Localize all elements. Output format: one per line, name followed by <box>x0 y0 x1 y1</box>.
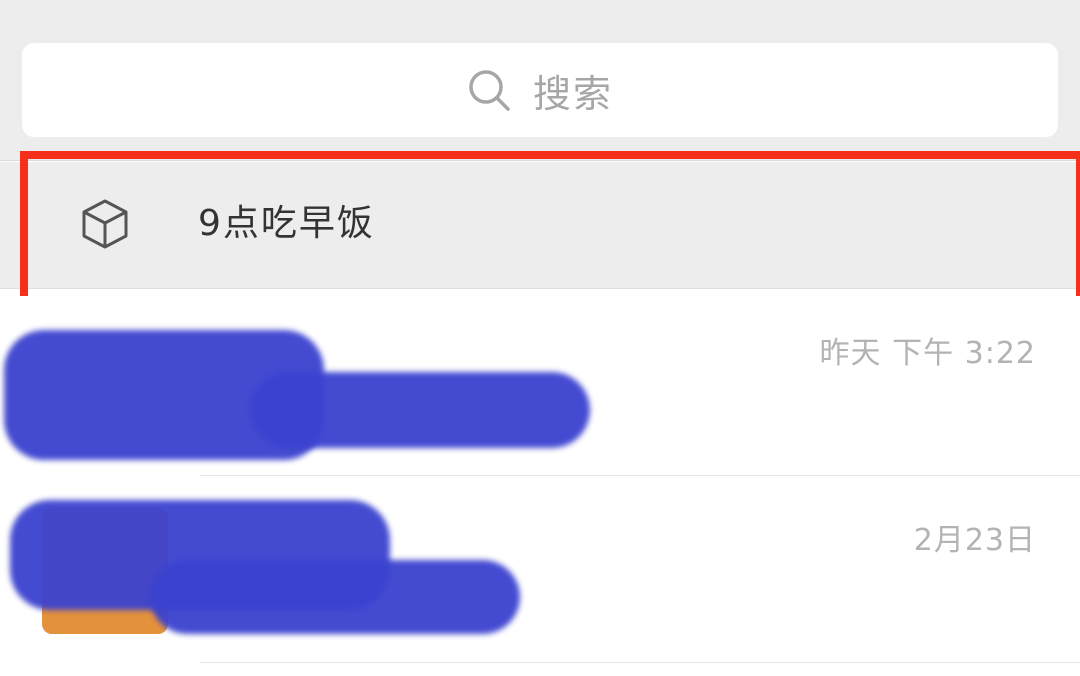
search-area: 搜索 <box>0 0 1080 161</box>
search-placeholder: 搜索 <box>532 71 613 116</box>
chat-time: 昨天 下午 3:22 <box>819 336 1036 371</box>
row-divider <box>200 475 1080 476</box>
redaction-mark <box>250 372 590 448</box>
chat-list-screen: 搜索 9点吃早饭 昨天 下午 3:22 2月23日 <box>0 0 1080 676</box>
search-icon <box>467 68 511 112</box>
pinned-item-label: 9点吃早饭 <box>198 203 375 244</box>
search-bar[interactable]: 搜索 <box>22 43 1058 137</box>
chat-time: 2月23日 <box>913 523 1036 558</box>
row-divider <box>200 662 1080 663</box>
pinned-item-row[interactable]: 9点吃早饭 <box>0 162 1080 289</box>
redaction-mark <box>150 560 520 634</box>
cube-icon <box>76 195 134 253</box>
